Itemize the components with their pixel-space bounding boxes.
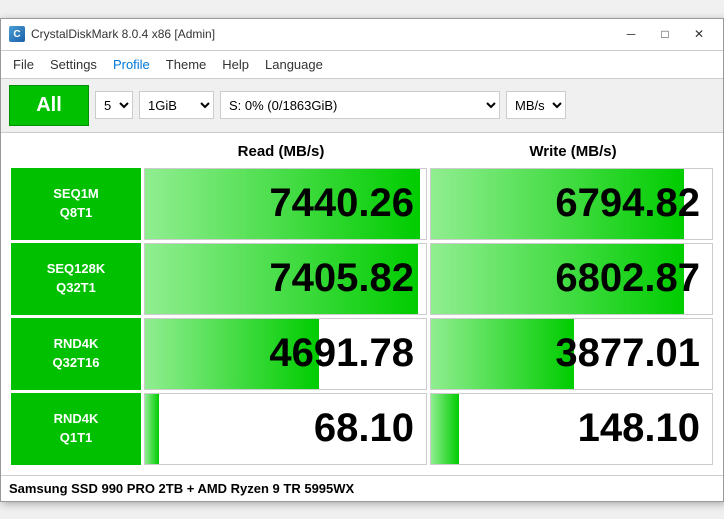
read-cell-seq1m-q8t1: 7440.26 (144, 168, 427, 240)
row-label-rnd4k-q1t1: RND4KQ1T1 (11, 393, 141, 465)
window-title: CrystalDiskMark 8.0.4 x86 [Admin] (31, 27, 215, 41)
unit-select[interactable]: MB/s GB/s (506, 91, 566, 119)
read-value-rnd4k-q32t16: 4691.78 (269, 331, 414, 376)
data-grid: SEQ1MQ8T1 7440.26 6794.82 SEQ128KQ32T1 (5, 166, 719, 471)
toolbar: All 5 1 3 9 1GiB 512MiB 2GiB S: 0% (0/18… (1, 79, 723, 133)
title-bar-left: C CrystalDiskMark 8.0.4 x86 [Admin] (9, 26, 215, 42)
table-row: RND4KQ32T16 4691.78 3877.01 (11, 318, 713, 390)
status-text: Samsung SSD 990 PRO 2TB + AMD Ryzen 9 TR… (9, 481, 354, 496)
row-label-seq128k-q32t1: SEQ128KQ32T1 (11, 243, 141, 315)
read-cell-rnd4k-q1t1: 68.10 (144, 393, 427, 465)
write-value-rnd4k-q1t1: 148.10 (578, 406, 700, 451)
maximize-button[interactable]: □ (649, 23, 681, 45)
label-column-header (5, 137, 135, 166)
row-label-rnd4k-q32t16: RND4KQ32T16 (11, 318, 141, 390)
write-bar-rnd4k-q1t1 (431, 394, 459, 464)
write-cell-rnd4k-q1t1: 148.10 (430, 393, 713, 465)
size-select[interactable]: 1GiB 512MiB 2GiB (139, 91, 214, 119)
main-content: Read (MB/s) Write (MB/s) SEQ1MQ8T1 7440.… (1, 133, 723, 475)
benchmark-rows: SEQ1MQ8T1 7440.26 6794.82 SEQ128KQ32T1 (11, 168, 713, 465)
runs-select[interactable]: 5 1 3 9 (95, 91, 133, 119)
window-controls: ─ □ ✕ (615, 23, 715, 45)
menu-help[interactable]: Help (214, 54, 257, 75)
write-cell-rnd4k-q32t16: 3877.01 (430, 318, 713, 390)
table-row: SEQ128KQ32T1 7405.82 6802.87 (11, 243, 713, 315)
menu-language[interactable]: Language (257, 54, 331, 75)
minimize-button[interactable]: ─ (615, 23, 647, 45)
write-cell-seq128k-q32t1: 6802.87 (430, 243, 713, 315)
read-cell-seq128k-q32t1: 7405.82 (144, 243, 427, 315)
read-value-rnd4k-q1t1: 68.10 (314, 406, 414, 451)
write-value-rnd4k-q32t16: 3877.01 (555, 331, 700, 376)
read-cell-rnd4k-q32t16: 4691.78 (144, 318, 427, 390)
menu-bar: File Settings Profile Theme Help Languag… (1, 51, 723, 79)
write-cell-seq1m-q8t1: 6794.82 (430, 168, 713, 240)
read-value-seq128k-q32t1: 7405.82 (269, 256, 414, 301)
title-bar: C CrystalDiskMark 8.0.4 x86 [Admin] ─ □ … (1, 19, 723, 51)
write-value-seq128k-q32t1: 6802.87 (555, 256, 700, 301)
drive-select[interactable]: S: 0% (0/1863GiB) (220, 91, 500, 119)
all-button[interactable]: All (9, 85, 89, 126)
menu-file[interactable]: File (5, 54, 42, 75)
menu-theme[interactable]: Theme (158, 54, 214, 75)
status-bar: Samsung SSD 990 PRO 2TB + AMD Ryzen 9 TR… (1, 475, 723, 501)
menu-settings[interactable]: Settings (42, 54, 105, 75)
table-header: Read (MB/s) Write (MB/s) (5, 137, 719, 166)
table-row: RND4KQ1T1 68.10 148.10 (11, 393, 713, 465)
read-value-seq1m-q8t1: 7440.26 (269, 181, 414, 226)
main-window: C CrystalDiskMark 8.0.4 x86 [Admin] ─ □ … (0, 18, 724, 502)
close-button[interactable]: ✕ (683, 23, 715, 45)
read-column-header: Read (MB/s) (135, 137, 427, 166)
table-row: SEQ1MQ8T1 7440.26 6794.82 (11, 168, 713, 240)
write-column-header: Write (MB/s) (427, 137, 719, 166)
row-label-seq1m-q8t1: SEQ1MQ8T1 (11, 168, 141, 240)
app-icon: C (9, 26, 25, 42)
write-bar-rnd4k-q32t16 (431, 319, 574, 389)
menu-profile[interactable]: Profile (105, 54, 158, 75)
read-bar-rnd4k-q1t1 (145, 394, 159, 464)
write-value-seq1m-q8t1: 6794.82 (555, 181, 700, 226)
